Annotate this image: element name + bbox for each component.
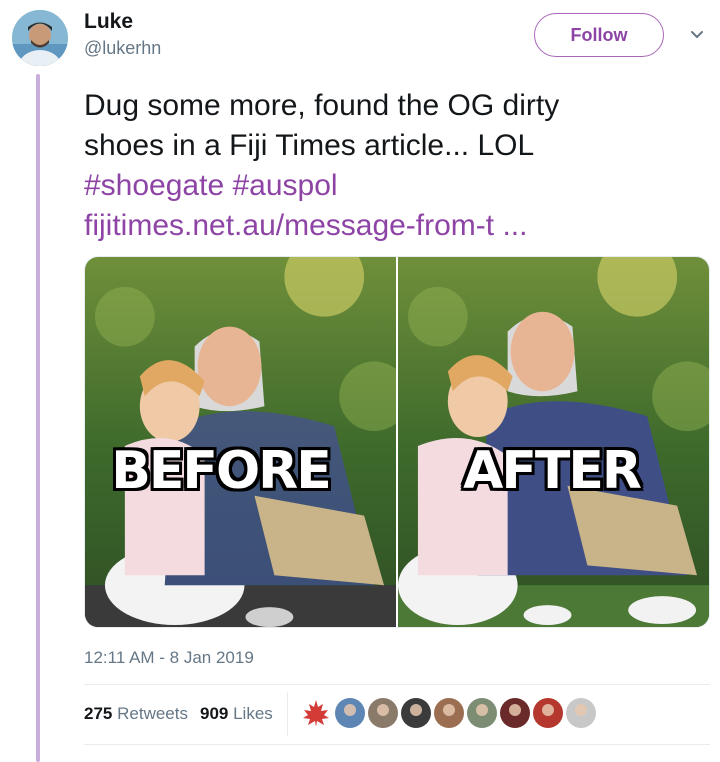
maple-leaf-icon <box>303 700 329 727</box>
liker-avatar[interactable] <box>500 698 530 728</box>
liker-avatar[interactable] <box>401 698 431 728</box>
divider <box>84 684 710 685</box>
chevron-down-icon[interactable] <box>690 30 704 40</box>
tweet-text-line: shoes in a Fiji Times article... LOL <box>84 129 535 162</box>
stats-separator <box>287 692 288 736</box>
article-link[interactable]: fijitimes.net.au/message-from-t ... <box>84 206 694 246</box>
liker-avatar[interactable] <box>533 698 563 728</box>
avatar[interactable] <box>12 10 68 66</box>
likes-label: Likes <box>233 704 273 723</box>
hashtag-link[interactable]: #shoegate <box>84 169 224 202</box>
likes-stat[interactable]: 909 Likes <box>200 704 273 724</box>
tweet-text: Dug some more, found the OG dirty shoes … <box>84 86 694 246</box>
display-name[interactable]: Luke <box>84 10 133 34</box>
divider <box>84 744 710 745</box>
after-image[interactable]: AFTER <box>398 257 709 627</box>
hashtags: #shoegate #auspol <box>84 166 694 206</box>
user-handle[interactable]: @lukerhn <box>84 38 161 59</box>
hashtag-link[interactable]: #auspol <box>232 169 337 202</box>
liker-avatar[interactable] <box>434 698 464 728</box>
tweet-media[interactable]: BEFORE AFTER <box>84 256 710 628</box>
liker-avatar[interactable] <box>368 698 398 728</box>
retweets-stat[interactable]: 275 Retweets <box>84 704 188 724</box>
after-caption: AFTER <box>463 441 642 501</box>
tweet-stats: 275 Retweets 909 Likes <box>84 704 273 724</box>
liker-avatars <box>300 698 596 728</box>
before-caption: BEFORE <box>111 441 331 501</box>
likes-count: 909 <box>199 704 229 723</box>
before-image[interactable]: BEFORE <box>85 257 396 627</box>
retweets-label: Retweets <box>117 704 188 723</box>
tweet-timestamp[interactable]: 12:11 AM - 8 Jan 2019 <box>84 648 254 668</box>
liker-avatar[interactable] <box>335 698 365 728</box>
thread-line <box>36 74 40 762</box>
liker-avatar[interactable] <box>566 698 596 728</box>
liker-avatar[interactable] <box>467 698 497 728</box>
tweet-text-line: Dug some more, found the OG dirty <box>84 89 560 122</box>
follow-button[interactable]: Follow <box>534 13 664 57</box>
retweets-count: 275 <box>84 704 113 723</box>
